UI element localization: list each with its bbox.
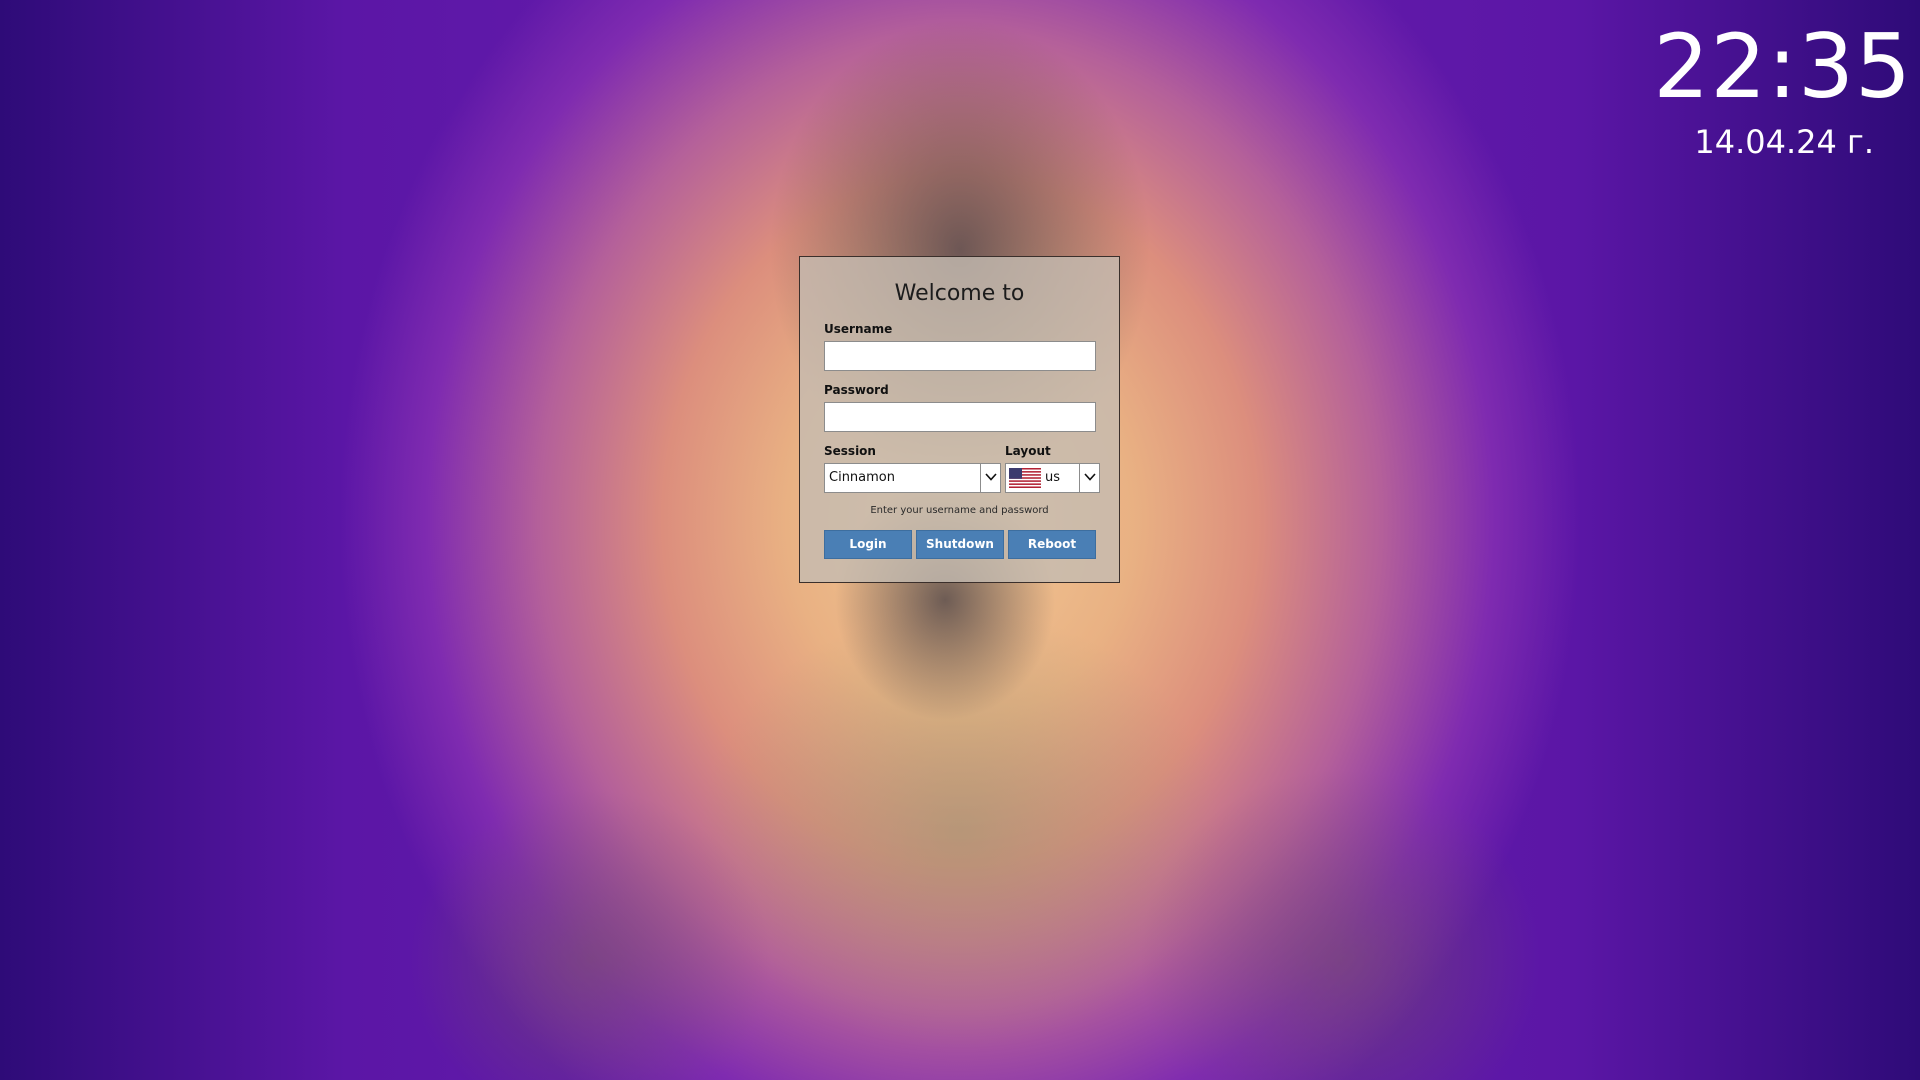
chevron-down-icon (1084, 473, 1096, 481)
us-flag-icon (1009, 468, 1041, 488)
login-button[interactable]: Login (824, 530, 912, 559)
layout-select[interactable]: us (1005, 463, 1100, 493)
session-label: Session (824, 444, 876, 458)
login-screen-background: 22:35 14.04.24 г. Welcome to Username Pa… (0, 0, 1920, 1080)
shutdown-button[interactable]: Shutdown (916, 530, 1004, 559)
welcome-title: Welcome to (894, 281, 1025, 306)
username-input[interactable] (824, 341, 1096, 371)
login-hint: Enter your username and password (870, 505, 1049, 516)
session-dropdown-button[interactable] (980, 464, 1000, 492)
reboot-button[interactable]: Reboot (1008, 530, 1096, 559)
layout-value: us (1045, 470, 1061, 485)
password-input[interactable] (824, 402, 1096, 432)
username-label: Username (824, 322, 893, 336)
password-label: Password (824, 383, 889, 397)
clock-date: 14.04.24 г. (1694, 123, 1874, 161)
session-select[interactable]: Cinnamon (824, 463, 1001, 493)
login-panel: Welcome to Username Password Session Cin… (799, 256, 1120, 583)
layout-dropdown-button[interactable] (1079, 464, 1099, 492)
layout-label: Layout (1005, 444, 1051, 458)
chevron-down-icon (985, 473, 997, 481)
clock-time: 22:35 (1653, 15, 1912, 118)
session-value: Cinnamon (829, 470, 895, 485)
